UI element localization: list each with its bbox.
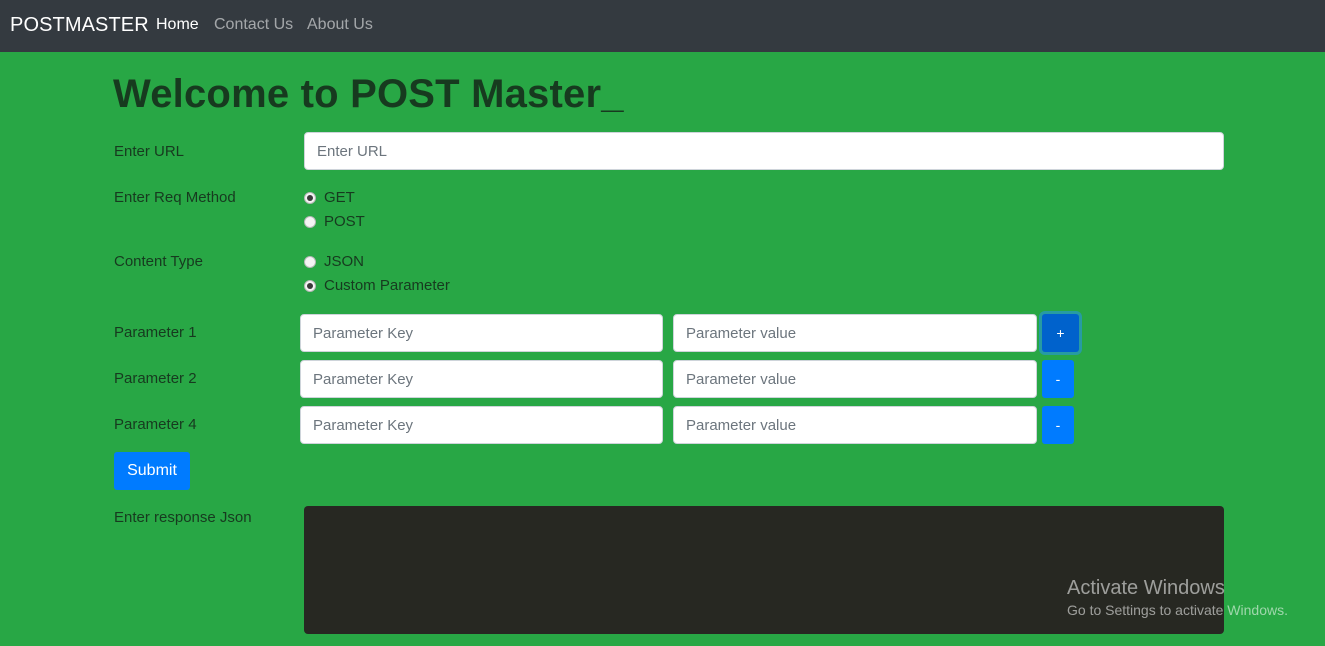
parameter-2-key-input[interactable]: [300, 360, 663, 398]
remove-parameter-4-button[interactable]: -: [1042, 406, 1074, 444]
radio-get-label: GET: [324, 189, 355, 206]
add-parameter-button[interactable]: +: [1042, 314, 1079, 352]
nav-link-about-us[interactable]: About Us: [307, 15, 373, 35]
parameter-1-label: Parameter 1: [114, 324, 197, 341]
parameter-2-value-input[interactable]: [673, 360, 1037, 398]
navbar: POSTMASTER Home Contact Us About Us: [0, 0, 1325, 52]
parameter-4-key-input[interactable]: [300, 406, 663, 444]
remove-parameter-2-button[interactable]: -: [1042, 360, 1074, 398]
content-type-custom-option[interactable]: Custom Parameter: [304, 276, 450, 296]
response-json-label: Enter response Json: [114, 509, 252, 526]
content-type-label: Content Type: [114, 253, 203, 270]
radio-post-label: POST: [324, 213, 365, 230]
req-method-get-option[interactable]: GET: [304, 188, 355, 208]
navbar-brand[interactable]: POSTMASTER: [10, 13, 149, 37]
parameter-4-label: Parameter 4: [114, 416, 197, 433]
radio-json-label: JSON: [324, 253, 365, 270]
nav-link-home[interactable]: Home: [156, 15, 199, 35]
req-method-post-option[interactable]: POST: [304, 212, 365, 232]
content-type-json-option[interactable]: JSON: [304, 252, 364, 272]
radio-post[interactable]: [304, 216, 316, 228]
req-method-label: Enter Req Method: [114, 189, 236, 206]
activate-windows-subtitle: Go to Settings to activate Windows.: [1067, 602, 1288, 618]
parameter-2-label: Parameter 2: [114, 370, 197, 387]
parameter-1-value-input[interactable]: [673, 314, 1037, 352]
radio-json[interactable]: [304, 256, 316, 268]
radio-custom-parameter-label: Custom Parameter: [324, 277, 450, 294]
parameter-4-value-input[interactable]: [673, 406, 1037, 444]
page-title: Welcome to POST Master_: [113, 72, 624, 116]
nav-link-contact-us[interactable]: Contact Us: [214, 15, 293, 35]
activate-windows-title: Activate Windows: [1067, 577, 1225, 599]
radio-custom-parameter[interactable]: [304, 280, 316, 292]
url-label: Enter URL: [114, 143, 185, 160]
url-input[interactable]: [304, 132, 1224, 170]
parameter-1-key-input[interactable]: [300, 314, 663, 352]
submit-button[interactable]: Submit: [114, 452, 190, 490]
radio-get[interactable]: [304, 192, 316, 204]
